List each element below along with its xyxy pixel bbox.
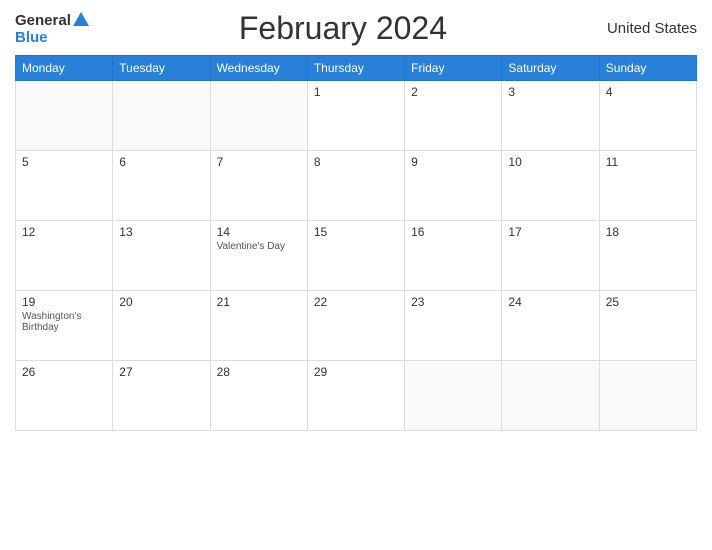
table-row: 11 (599, 151, 696, 221)
logo-triangle-icon (73, 12, 89, 26)
table-row (599, 361, 696, 431)
day-number: 21 (217, 295, 301, 309)
table-row (113, 81, 210, 151)
day-number: 6 (119, 155, 203, 169)
logo: General Blue (15, 12, 89, 46)
table-row: 4 (599, 81, 696, 151)
calendar-title: February 2024 (89, 10, 597, 47)
day-number: 11 (606, 155, 690, 169)
table-row: 12 (16, 221, 113, 291)
day-number: 17 (508, 225, 592, 239)
table-row: 9 (405, 151, 502, 221)
day-number: 25 (606, 295, 690, 309)
table-row: 10 (502, 151, 599, 221)
col-tuesday: Tuesday (113, 56, 210, 81)
day-number: 14 (217, 225, 301, 239)
col-friday: Friday (405, 56, 502, 81)
table-row: 7 (210, 151, 307, 221)
table-row: 3 (502, 81, 599, 151)
holiday-label: Washington's Birthday (22, 311, 106, 333)
calendar-week-row: 1234 (16, 81, 697, 151)
day-number: 29 (314, 365, 398, 379)
table-row: 5 (16, 151, 113, 221)
day-number: 15 (314, 225, 398, 239)
table-row: 6 (113, 151, 210, 221)
day-number: 4 (606, 85, 690, 99)
day-number: 2 (411, 85, 495, 99)
calendar-week-row: 56789 10 11 (16, 151, 697, 221)
day-number: 26 (22, 365, 106, 379)
country-label: United States (597, 20, 697, 37)
table-row: 28 (210, 361, 307, 431)
calendar-week-row: 26 27 28 29 (16, 361, 697, 431)
table-row: 1 (307, 81, 404, 151)
day-number: 9 (411, 155, 495, 169)
table-row: 29 (307, 361, 404, 431)
table-row: 21 (210, 291, 307, 361)
table-row: 20 (113, 291, 210, 361)
table-row: 17 (502, 221, 599, 291)
table-row: 25 (599, 291, 696, 361)
day-number: 7 (217, 155, 301, 169)
day-number: 10 (508, 155, 592, 169)
col-saturday: Saturday (502, 56, 599, 81)
calendar-table: Monday Tuesday Wednesday Thursday Friday… (15, 55, 697, 431)
table-row: 27 (113, 361, 210, 431)
table-row: 13 (113, 221, 210, 291)
table-row: 8 (307, 151, 404, 221)
day-number: 18 (606, 225, 690, 239)
table-row: 15 (307, 221, 404, 291)
day-number: 12 (22, 225, 106, 239)
day-number: 13 (119, 225, 203, 239)
day-number: 22 (314, 295, 398, 309)
table-row (210, 81, 307, 151)
holiday-label: Valentine's Day (217, 241, 301, 252)
day-number: 1 (314, 85, 398, 99)
day-number: 16 (411, 225, 495, 239)
calendar-week-row: 12 13 14 Valentine's Day 15 16 17 18 (16, 221, 697, 291)
calendar-header-row: Monday Tuesday Wednesday Thursday Friday… (16, 56, 697, 81)
logo-general-text: General (15, 12, 71, 29)
day-number: 24 (508, 295, 592, 309)
logo-blue-text: Blue (15, 29, 48, 46)
day-number: 27 (119, 365, 203, 379)
table-row: 22 (307, 291, 404, 361)
table-row: 19 Washington's Birthday (16, 291, 113, 361)
table-row (405, 361, 502, 431)
day-number: 28 (217, 365, 301, 379)
calendar-page: General Blue February 2024 United States… (0, 0, 712, 550)
day-number: 5 (22, 155, 106, 169)
header: General Blue February 2024 United States (15, 10, 697, 47)
table-row: 14 Valentine's Day (210, 221, 307, 291)
col-sunday: Sunday (599, 56, 696, 81)
table-row (502, 361, 599, 431)
day-number: 20 (119, 295, 203, 309)
table-row: 18 (599, 221, 696, 291)
table-row: 24 (502, 291, 599, 361)
day-number: 3 (508, 85, 592, 99)
day-number: 23 (411, 295, 495, 309)
table-row: 16 (405, 221, 502, 291)
table-row: 26 (16, 361, 113, 431)
day-number: 19 (22, 295, 106, 309)
table-row: 23 (405, 291, 502, 361)
col-wednesday: Wednesday (210, 56, 307, 81)
col-thursday: Thursday (307, 56, 404, 81)
day-number: 8 (314, 155, 398, 169)
calendar-week-row: 19 Washington's Birthday 20 21 22 23 24 25 (16, 291, 697, 361)
table-row: 2 (405, 81, 502, 151)
col-monday: Monday (16, 56, 113, 81)
table-row (16, 81, 113, 151)
